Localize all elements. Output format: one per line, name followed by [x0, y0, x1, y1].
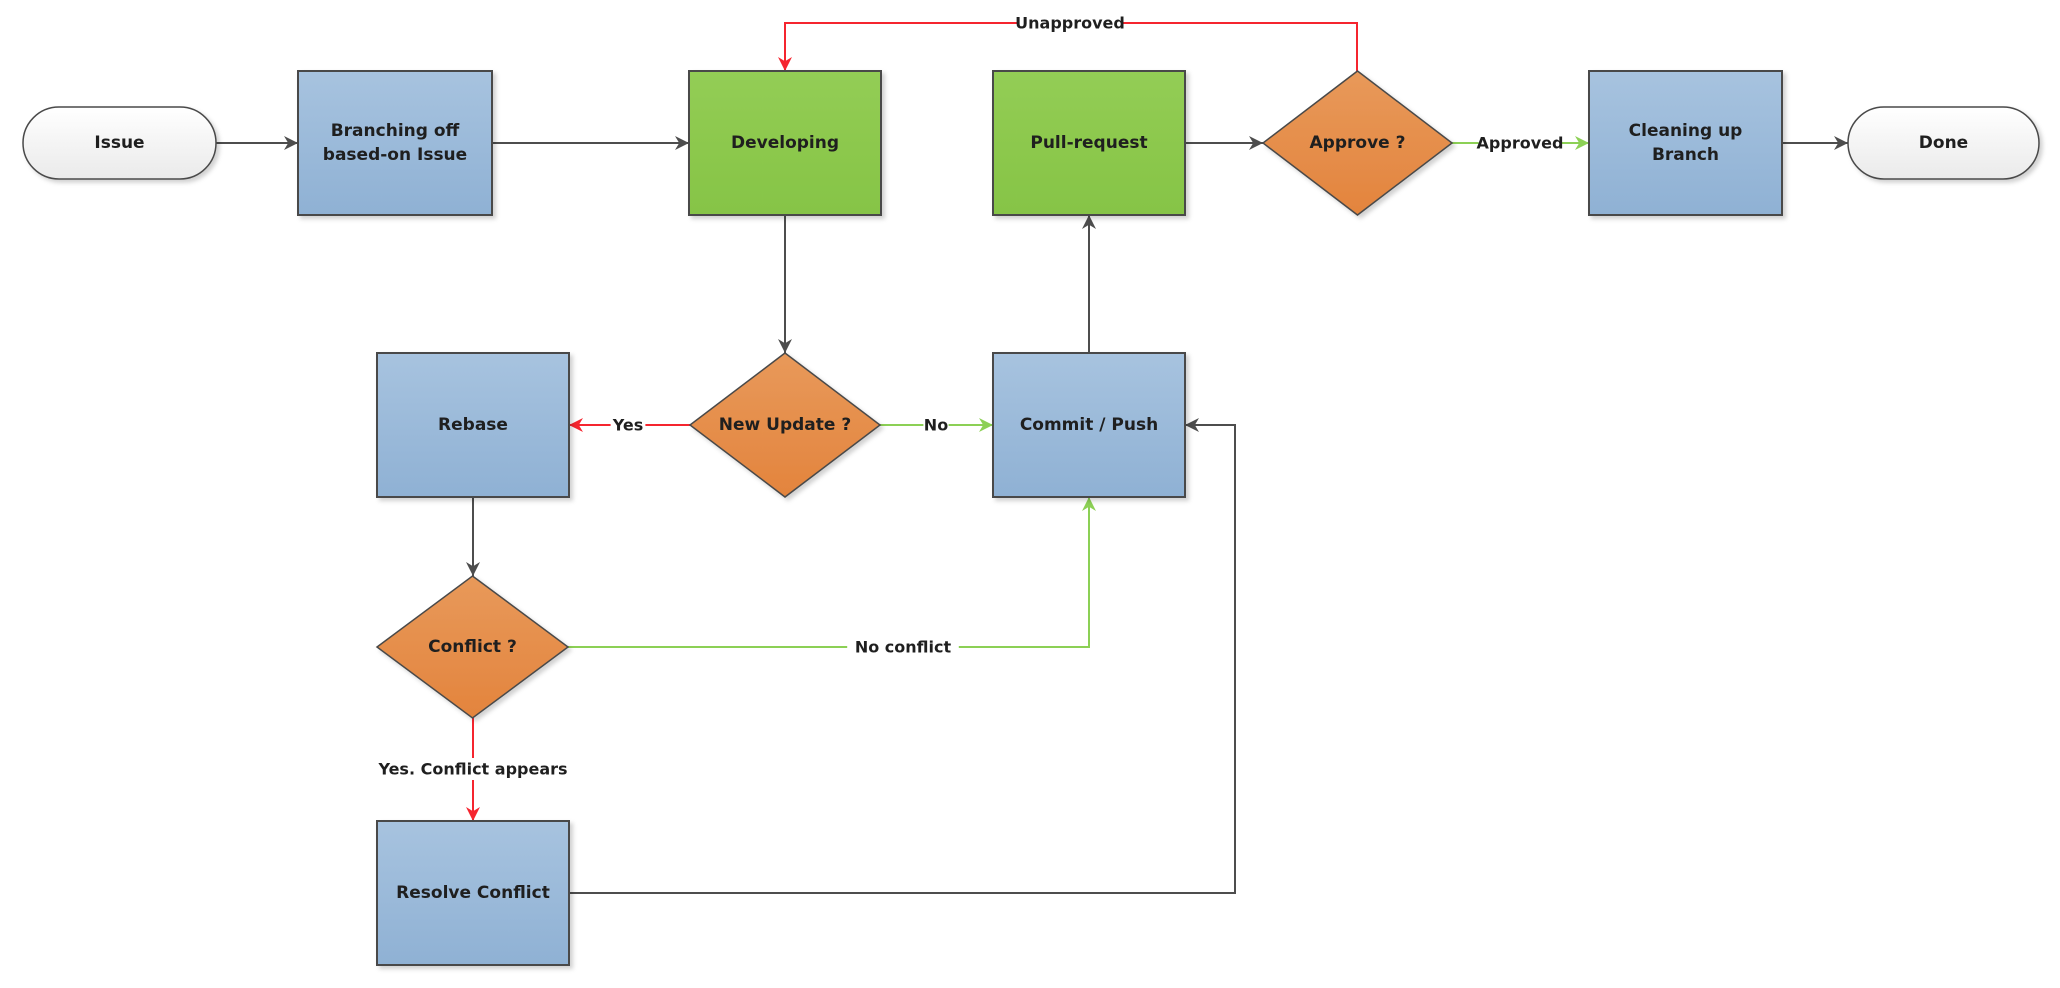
edge-label-text: Approved: [1477, 134, 1564, 153]
process-box-shape: [1588, 70, 1783, 216]
node-resolve[interactable]: Resolve Conflict: [376, 820, 570, 966]
edge-label-text: Yes. Conflict appears: [377, 760, 567, 779]
node-label: Branch: [1652, 145, 1719, 165]
nodes-layer: Issue Branching off based-on Issue Developi…: [22, 70, 2040, 966]
process-box-shape: [297, 70, 493, 216]
node-label: Conflict ?: [428, 637, 517, 657]
edge-label-approve-cleaning: Approved: [1477, 132, 1564, 154]
flowchart-canvas: Issue Branching off based-on Issue Developi…: [22, 12, 2040, 966]
node-conflict[interactable]: Conflict ?: [375, 575, 570, 719]
node-label: Rebase: [438, 415, 508, 435]
node-label: Pull-request: [1030, 133, 1147, 153]
node-label: Commit / Push: [1020, 415, 1158, 435]
edge-label-conflict-commit_push: No conflict: [847, 636, 959, 658]
node-label: Approve ?: [1310, 133, 1406, 153]
node-issue[interactable]: Issue: [22, 106, 217, 180]
edge-label-conflict-resolve: Yes. Conflict appears: [369, 758, 577, 780]
node-label: New Update ?: [719, 415, 851, 435]
node-label: based-on Issue: [323, 145, 467, 165]
node-rebase[interactable]: Rebase: [376, 352, 570, 498]
edge-label-text: No: [924, 416, 948, 435]
node-label: Developing: [731, 133, 839, 153]
node-label: Branching off: [331, 121, 460, 141]
node-branching[interactable]: Branching off based-on Issue: [297, 70, 493, 216]
node-pull-request[interactable]: Pull-request: [992, 70, 1186, 216]
edge-label-new_update-rebase: Yes: [610, 414, 646, 436]
edge-label-text: No conflict: [855, 638, 952, 657]
edge-label-new_update-commit_push: No: [923, 414, 949, 436]
edge-label-approve-developing: Unapproved: [1015, 12, 1125, 34]
edge-conflict-commit_push: [568, 497, 1096, 648]
node-commit-push[interactable]: Commit / Push: [992, 352, 1186, 498]
node-label: Resolve Conflict: [396, 883, 550, 903]
node-approve[interactable]: Approve ?: [1261, 70, 1454, 216]
node-cleaning[interactable]: Cleaning up Branch: [1588, 70, 1783, 216]
node-done[interactable]: Done: [1847, 106, 2040, 180]
edge-label-text: Unapproved: [1015, 14, 1125, 33]
edge-label-text: Yes: [612, 416, 644, 435]
node-developing[interactable]: Developing: [688, 70, 882, 216]
node-label: Cleaning up: [1629, 121, 1743, 141]
node-label: Done: [1919, 133, 1968, 153]
node-new-update[interactable]: New Update ?: [688, 352, 882, 498]
node-label: Issue: [94, 133, 144, 153]
